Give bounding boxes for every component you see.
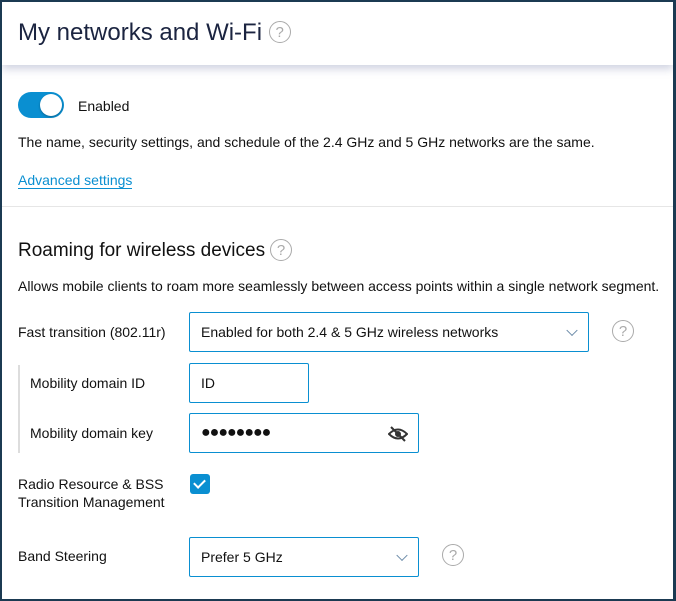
fast-transition-help-icon[interactable]: ? (612, 320, 634, 342)
toggle-label: Enabled (78, 98, 130, 114)
roaming-title: Roaming for wireless devices (18, 240, 266, 261)
wifi-enabled-toggle[interactable] (18, 92, 64, 118)
rrm-label: Radio Resource & BSS Transition Managemen… (18, 476, 165, 510)
toggle-knob (40, 94, 62, 116)
roaming-help-icon[interactable]: ? (270, 239, 292, 261)
chevron-down-icon (566, 324, 578, 337)
divider (2, 206, 673, 207)
fast-transition-label: Fast transition (802.11r) (18, 324, 166, 340)
page-header: My networks and Wi-Fi ? (2, 2, 673, 65)
band-steering-label: Band Steering (18, 548, 107, 564)
page-title: My networks and Wi-Fi ? (18, 19, 291, 47)
band-steering-help-icon[interactable]: ? (442, 544, 464, 566)
mobility-domain-key-label: Mobility domain key (30, 425, 153, 441)
mobility-domain-id-label: Mobility domain ID (30, 375, 146, 391)
help-icon[interactable]: ? (268, 21, 291, 43)
rrm-checkbox[interactable] (190, 474, 210, 494)
band-steering-select[interactable]: Prefer 5 GHz (189, 537, 419, 577)
chevron-down-icon (396, 549, 408, 562)
advanced-settings-link[interactable]: Advanced settings (18, 172, 133, 189)
wifi-description: The name, security settings, and schedul… (18, 134, 595, 150)
fast-transition-select[interactable]: Enabled for both 2.4 & 5 GHz wireless ne… (189, 312, 589, 352)
eye-off-icon[interactable] (388, 425, 408, 443)
mobility-domain-key-input[interactable]: ●●●●●●●● (189, 413, 419, 453)
mobility-domain-id-input[interactable]: ID (189, 363, 309, 403)
roaming-description: Allows mobile clients to roam more seaml… (18, 278, 660, 294)
indent-line (18, 365, 20, 453)
settings-panel: My networks and Wi-Fi ? Enabled The name… (2, 2, 673, 599)
